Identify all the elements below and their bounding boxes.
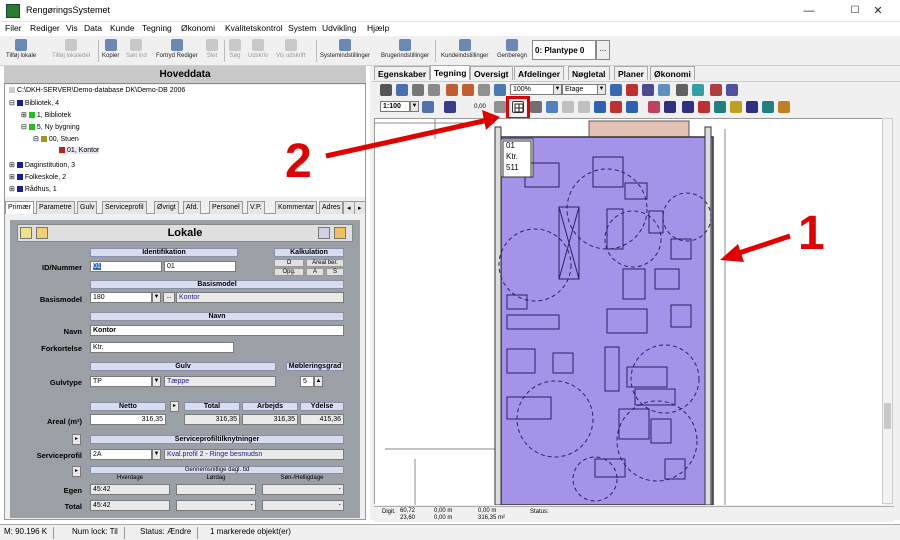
arrow-2-line xyxy=(325,117,489,159)
status-selection: 1 markerede objekt(er) xyxy=(210,527,291,536)
status-memory: M: 90.196 K xyxy=(4,527,55,539)
arrow-2-head xyxy=(482,110,500,130)
status-numlock: Num lock: Til xyxy=(72,527,125,539)
status-mode: Status: Ændre xyxy=(140,527,199,539)
arrow-1-line xyxy=(735,233,791,257)
arrow-1-head xyxy=(720,244,744,262)
annotation-overlay xyxy=(325,110,791,262)
annotation-number-2: 2 xyxy=(285,135,312,188)
annotation-number-1: 1 xyxy=(798,207,825,260)
status-bar: M: 90.196 K Num lock: Til Status: Ændre … xyxy=(0,524,900,540)
